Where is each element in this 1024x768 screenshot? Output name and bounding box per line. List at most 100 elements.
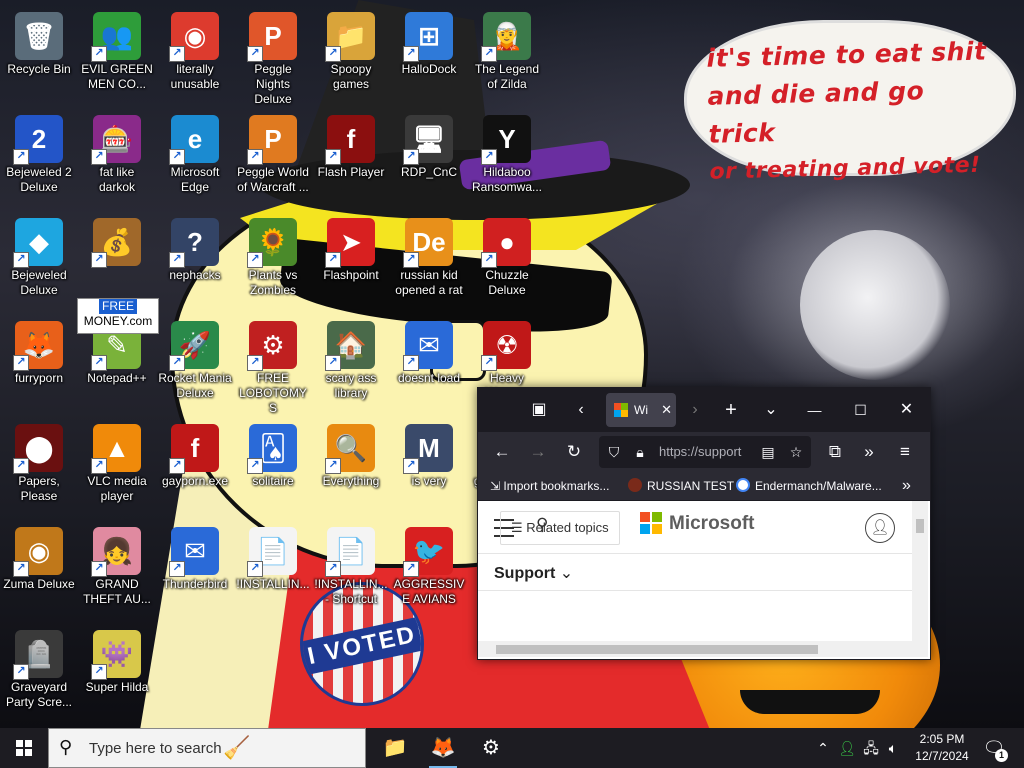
desktop-icon[interactable]: 🧝 ↗ The Legend of Zilda — [468, 6, 546, 104]
thunderbird-icon: ✉ ↗ — [403, 321, 453, 371]
desktop-icon[interactable]: ◉ ↗ Zuma Deluxe — [0, 521, 78, 619]
tracking-shield-icon[interactable]: ⛉ — [603, 436, 625, 468]
desktop-icon[interactable]: 👧 ↗ GRAND THEFT AU... — [78, 521, 156, 619]
shortcut-arrow-icon: ↗ — [403, 458, 419, 474]
desktop-icon[interactable]: M ↗ is very — [390, 418, 468, 516]
scroll-tabs-right-icon[interactable]: › — [680, 388, 710, 432]
reload-icon[interactable]: ↻ — [558, 436, 590, 468]
desktop-icon[interactable]: ◉ ↗ literally unusable — [156, 6, 234, 104]
tab-close-icon[interactable]: ✕ — [661, 393, 672, 427]
desktop-icon[interactable]: ⬤ ↗ Papers, Please — [0, 418, 78, 516]
microsoft-brand[interactable]: Microsoft — [669, 513, 755, 535]
bookmark-star-icon[interactable]: ☆ — [785, 436, 807, 468]
clock[interactable]: 2:05 PM 12/7/2024 — [906, 731, 978, 765]
firefox-window[interactable]: ▣ ‹ Wi ✕ › + ⌄ — ☐ ✕ ← → ↻ ⛉ 🔒︎ https://… — [477, 387, 931, 660]
taskbar-search[interactable]: ⚲ Type here to search 🧹 — [48, 728, 366, 768]
support-menu[interactable]: Support ⌄ — [478, 554, 912, 591]
maximize-icon[interactable]: ☐ — [838, 388, 883, 432]
google-icon — [736, 478, 750, 492]
bookmark-import[interactable]: ⇲ Import bookmarks... — [490, 472, 609, 500]
desktop-icon[interactable]: e ↗ Microsoft Edge — [156, 109, 234, 207]
extensions-icon[interactable]: ⧉ — [819, 436, 851, 468]
new-tab-icon[interactable]: + — [716, 388, 746, 432]
desktop-icon[interactable]: 👥 ↗ EVIL GREEN MEN CO... — [78, 6, 156, 104]
vertical-scrollbar[interactable] — [912, 501, 928, 641]
url-bar[interactable]: ⛉ 🔒︎ https://support ▤ ☆ — [599, 436, 811, 468]
desktop-icon[interactable]: 💰 ↗ — [78, 212, 156, 310]
url-text[interactable]: https://support — [659, 436, 747, 468]
desktop-icon[interactable]: f ↗ gayporn.exe — [156, 418, 234, 516]
tab-list-icon[interactable]: ▣ — [524, 388, 554, 432]
desktop-icon[interactable]: P ↗ Peggle World of Warcraft ... — [234, 109, 312, 207]
firefox-taskbar-icon[interactable]: 🦊 — [419, 728, 467, 768]
microsoft-logo-icon[interactable] — [640, 512, 662, 534]
bookmarks-toolbar: ⇲ Import bookmarks... RUSSIAN TEST Ender… — [478, 472, 930, 501]
shortcut-arrow-icon: ↗ — [13, 355, 29, 371]
network-icon[interactable]: 🖧 — [860, 728, 882, 768]
menu-icon[interactable]: ≡ — [889, 436, 921, 468]
desktop-icon[interactable]: 📄 ↗ !INSTALLIN... - Shortcut — [312, 521, 390, 619]
desktop-icon[interactable]: 🎰 ↗ fat like darkok — [78, 109, 156, 207]
vegas-icon: 🎰 ↗ — [91, 115, 141, 165]
desktop-icon[interactable]: 🦊 ↗ furryporn — [0, 315, 78, 413]
desktop-icon[interactable]: 2 ↗ Bejeweled 2 Deluxe — [0, 109, 78, 207]
show-hidden-icons-chevron-icon[interactable]: ⌃ — [812, 728, 834, 768]
desktop-icon[interactable]: 📁 ↗ Spoopy games — [312, 6, 390, 104]
desktop-icon[interactable]: 🏠 ↗ scary ass library — [312, 315, 390, 413]
shortcut-arrow-icon: ↗ — [13, 458, 29, 474]
people-icon[interactable]: 👤︎ — [836, 728, 858, 768]
desktop-icon[interactable]: ▲ ↗ VLC media player — [78, 418, 156, 516]
desktop-icon[interactable]: ◆ ↗ Bejeweled Deluxe — [0, 212, 78, 310]
desktop-icon[interactable]: 🂡 ↗ solitaire — [234, 418, 312, 516]
desktop-icon[interactable]: Y ↗ Hildaboo Ransomwa... — [468, 109, 546, 207]
tab-overflow-chevron-icon[interactable]: ⌄ — [756, 388, 786, 432]
horizontal-scrollbar[interactable] — [478, 641, 928, 657]
start-button[interactable] — [0, 728, 48, 768]
desktop-icon[interactable]: ? ↗ nephacks — [156, 212, 234, 310]
desktop-icon-label: Chuzzle Deluxe — [485, 268, 529, 297]
desktop-icon[interactable]: ✉ ↗ Thunderbird — [156, 521, 234, 619]
desktop-icon[interactable]: ● ↗ Chuzzle Deluxe — [468, 212, 546, 310]
forward-icon[interactable]: → — [522, 436, 554, 468]
lock-icon[interactable]: 🔒︎ — [629, 436, 651, 468]
bookmarks-overflow-icon[interactable]: » — [902, 472, 911, 500]
profile-icon[interactable]: 👤︎ — [865, 513, 895, 543]
reader-view-icon[interactable]: ▤ — [757, 436, 779, 468]
desktop-icon[interactable]: ➤ ↗ Flashpoint — [312, 212, 390, 310]
desktop-icon-label: Recycle Bin — [7, 62, 71, 76]
desktop-icon[interactable]: 🔍 ↗ Everything — [312, 418, 390, 516]
desktop-icon[interactable]: P ↗ Peggle Nights Deluxe — [234, 6, 312, 106]
free-money-image[interactable]: FREE MONEY.com — [77, 298, 159, 334]
back-icon[interactable]: ← — [486, 436, 518, 468]
file-explorer-icon[interactable]: 📁 — [371, 728, 419, 768]
desktop-icon[interactable]: 🖥 ↗ RDP_CnC — [390, 109, 468, 207]
desktop-icon[interactable]: 🌻 ↗ Plants vs Zombies — [234, 212, 312, 310]
settings-gear-icon[interactable]: ⚙ — [467, 728, 515, 768]
desktop-icon[interactable]: ✉ ↗ doesnt load — [390, 315, 468, 413]
desktop-icon[interactable]: 🪦 ↗ Graveyard Party Scre... — [0, 624, 78, 722]
bookmark-endermanch[interactable]: Endermanch/Malware... — [736, 472, 882, 500]
browser-titlebar[interactable]: ▣ ‹ Wi ✕ › + ⌄ — ☐ ✕ — [478, 388, 930, 432]
desktop-icon[interactable]: 🚀 ↗ Rocket Mania Deluxe — [156, 315, 234, 413]
desktop-icon[interactable]: ⊞ ↗ HalloDock — [390, 6, 468, 104]
volume-icon[interactable]: 🔈︎ — [882, 728, 904, 768]
minimize-icon[interactable]: — — [792, 388, 837, 432]
desktop-icon[interactable]: 📄 ↗ !INSTALLIN... — [234, 521, 312, 619]
desktop-icon[interactable]: De ↗ russian kid opened a rat — [390, 212, 468, 310]
overflow-chevrons-icon[interactable]: » — [853, 436, 885, 468]
browser-tab[interactable]: Wi ✕ — [606, 393, 676, 427]
bookmark-russian-test[interactable]: RUSSIAN TEST — [628, 472, 734, 500]
shortcut-arrow-icon: ↗ — [13, 664, 29, 680]
folder-icon: 📁 ↗ — [325, 12, 375, 62]
desktop-icon[interactable]: 🗑 Recycle Bin — [0, 6, 78, 104]
close-window-icon[interactable]: ✕ — [884, 388, 929, 432]
related-topics-button[interactable]: ☰ Related topics — [500, 511, 620, 545]
desktop-icon[interactable]: ⚙ ↗ FREE LOBOTOMYS — [234, 315, 312, 415]
notifications-icon[interactable]: 🗨︎ 1 — [982, 736, 1008, 762]
desktop-icon[interactable]: f ↗ Flash Player — [312, 109, 390, 207]
shortcut-arrow-icon: ↗ — [91, 458, 107, 474]
desktop-icon[interactable]: 🐦 ↗ AGGRESSIVE AVIANS — [390, 521, 468, 619]
desktop-icon[interactable]: 👾 ↗ Super Hilda — [78, 624, 156, 722]
scroll-tabs-left-icon[interactable]: ‹ — [566, 388, 596, 432]
desktop-icon-label: Microsoft Edge — [170, 165, 220, 194]
